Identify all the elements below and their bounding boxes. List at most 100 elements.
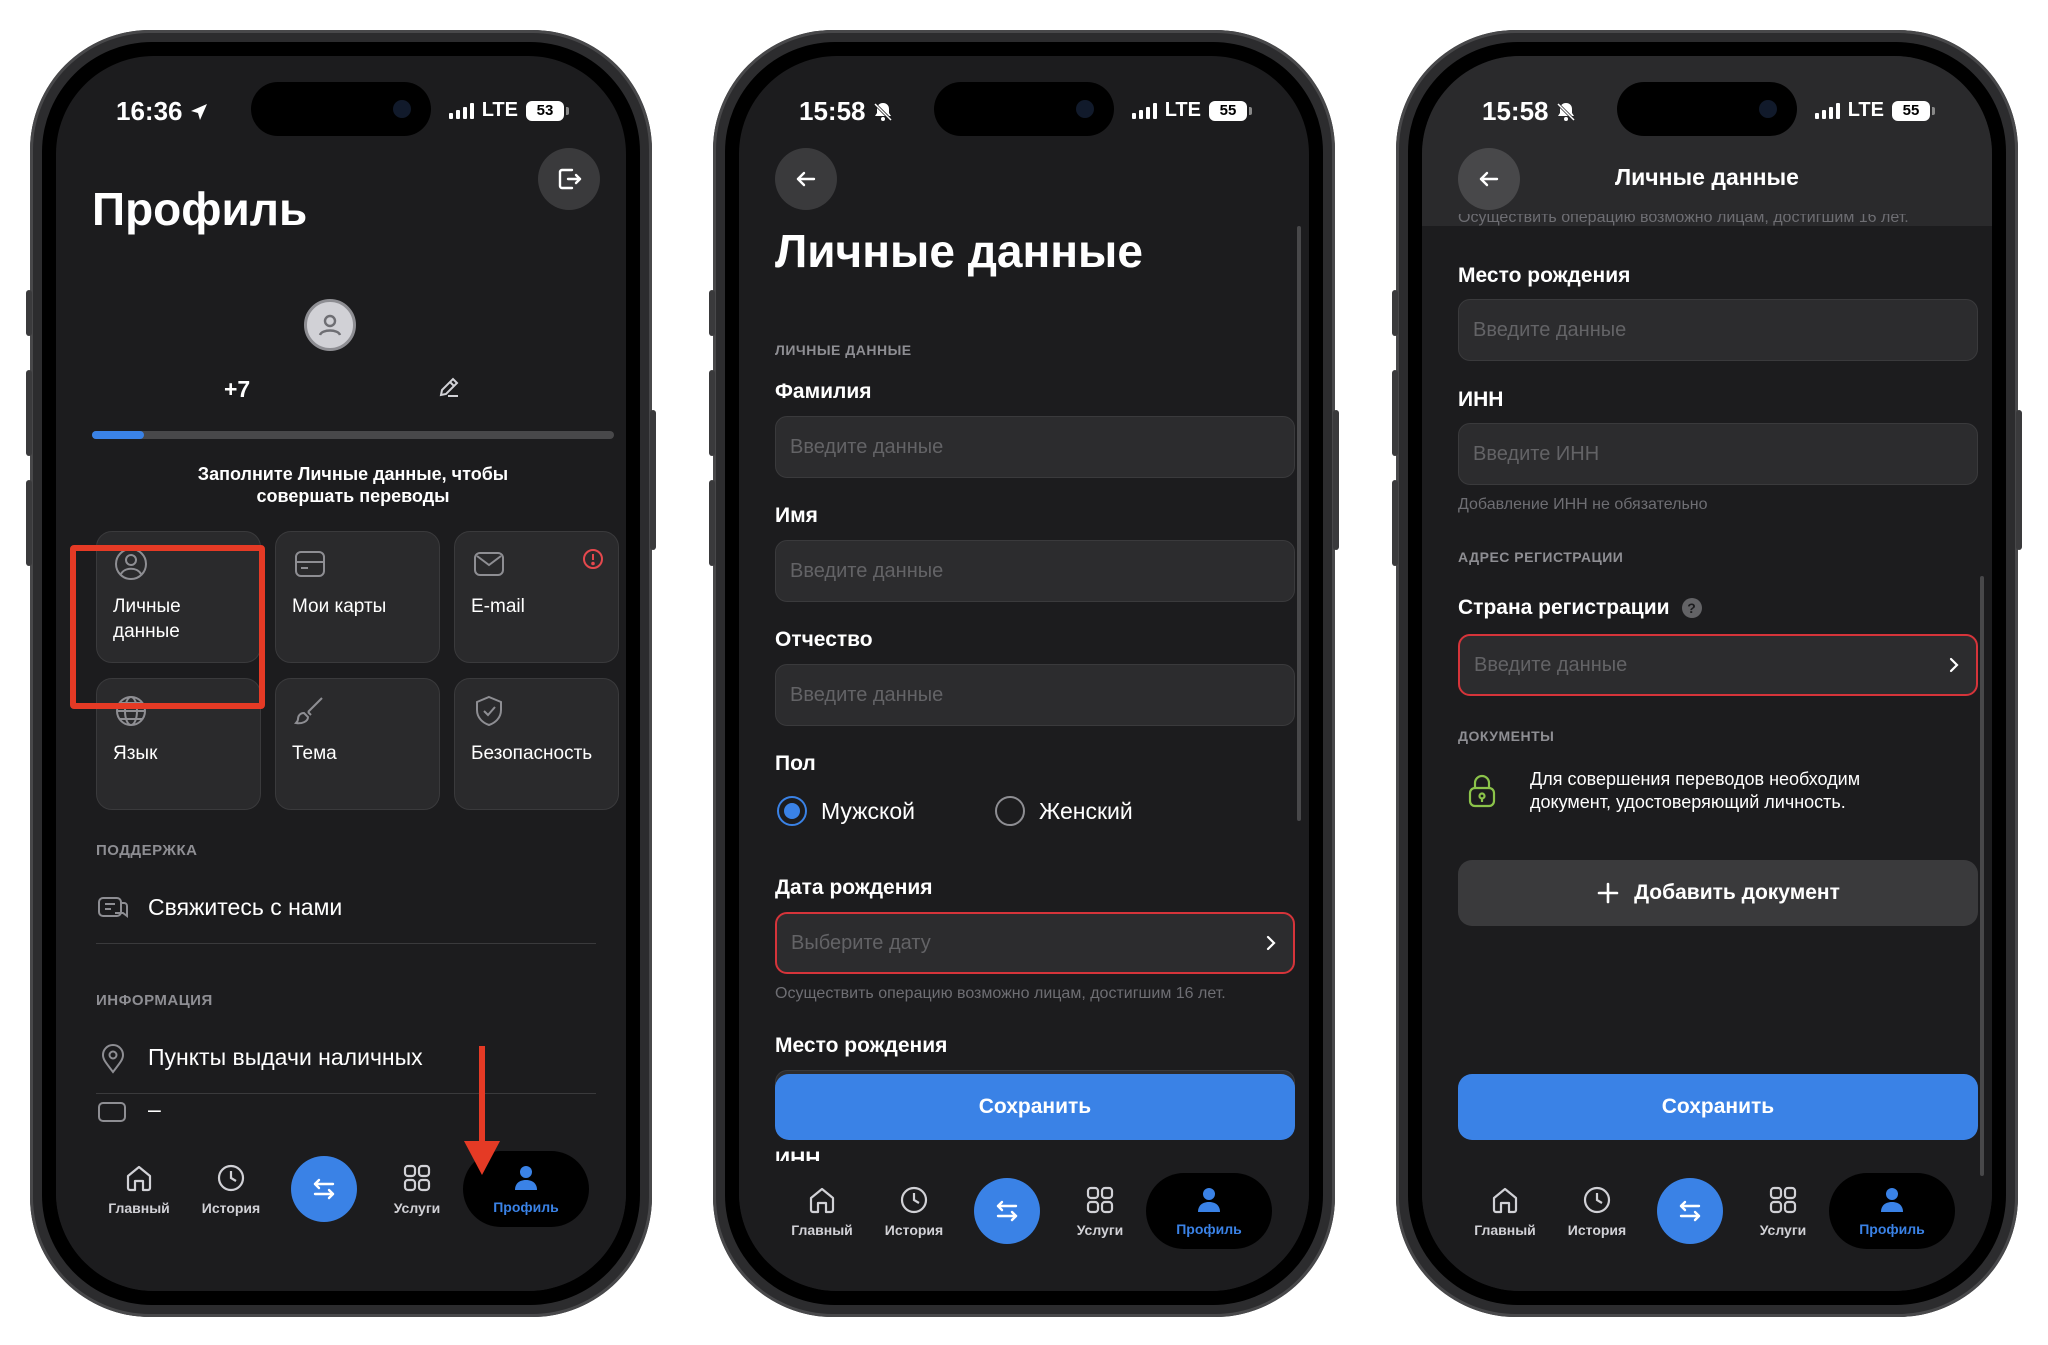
volume-down-button — [26, 480, 32, 566]
tab-history[interactable]: История — [185, 1151, 277, 1227]
phone-frame-personal-data-scrolled: 15:58 LTE 55 Личные данные Осуществить о… — [1392, 30, 2022, 1317]
header-title: Личные данные — [1615, 164, 1799, 190]
location-pin-icon — [101, 1043, 125, 1074]
input-placeholder: Выберите дату — [791, 931, 931, 954]
home-icon — [1492, 1187, 1518, 1214]
edit-phone-button[interactable] — [436, 374, 462, 405]
shield-icon — [476, 695, 502, 727]
fill-prompt: Заполните Личные данные, чтобы совершать… — [92, 463, 614, 507]
birthdate-picker[interactable]: Выберите дату — [775, 912, 1295, 974]
patronymic-input[interactable]: Введите данные — [775, 664, 1295, 726]
status-time: 15:58 — [1482, 96, 1549, 126]
documents-text-line1: Для совершения переводов необходим — [1530, 769, 1861, 789]
gender-female-label: Женский — [1039, 797, 1133, 824]
status-bar: 16:36 LTE 53 — [56, 56, 626, 166]
add-document-label: Добавить документ — [1634, 881, 1840, 904]
inn-hint: Добавление ИНН не обязательно — [1458, 496, 1708, 513]
birthplace-label: Место рождения — [1458, 264, 1631, 287]
tab-services[interactable]: Услуги — [371, 1151, 463, 1227]
person-icon — [1198, 1188, 1220, 1212]
tab-home[interactable]: Главный — [1459, 1173, 1551, 1249]
name-label: Имя — [775, 504, 818, 527]
tab-label: Главный — [791, 1222, 853, 1238]
tab-transfer[interactable] — [1643, 1173, 1737, 1249]
signal-icon — [448, 102, 474, 119]
tile-email[interactable]: E-mail — [454, 531, 619, 663]
cash-points-row[interactable]: Пункты выдачи наличных — [96, 1022, 596, 1094]
radio-dot — [777, 796, 807, 826]
chat-icon — [98, 896, 128, 918]
tab-label: Главный — [1474, 1222, 1536, 1238]
phone-frame-personal-data: 15:58 LTE 55 Личные данные ЛИЧНЫЕ ДАННЫЕ… — [709, 30, 1339, 1317]
tab-history[interactable]: История — [868, 1173, 960, 1249]
person-icon — [1881, 1188, 1903, 1212]
personal-data-screen: 15:58 LTE 55 Личные данные ЛИЧНЫЕ ДАННЫЕ… — [739, 56, 1309, 1291]
location-arrow-icon — [190, 103, 207, 120]
partial-list-row[interactable]: – — [96, 1096, 596, 1136]
bell-muted-icon — [1556, 102, 1575, 121]
country-label: Страна регистрации — [1458, 596, 1670, 619]
tab-transfer[interactable] — [277, 1151, 371, 1227]
tab-home[interactable]: Главный — [776, 1173, 868, 1249]
add-document-button[interactable]: Добавить документ — [1458, 860, 1978, 926]
tab-transfer[interactable] — [960, 1173, 1054, 1249]
dynamic-island — [251, 82, 431, 136]
tab-services[interactable]: Услуги — [1737, 1173, 1829, 1249]
transfer-button[interactable] — [974, 1178, 1040, 1244]
person-icon — [515, 1166, 537, 1190]
age-hint: Осуществить операцию возможно лицам, дос… — [775, 985, 1226, 1002]
volume-down-button — [709, 480, 715, 566]
cut-off-hint: Осуществить операцию возможно лицам, дос… — [1458, 214, 1909, 226]
network-type: LTE — [1164, 99, 1201, 121]
save-button[interactable]: Сохранить — [1458, 1074, 1978, 1140]
gender-female-radio[interactable]: Женский — [995, 796, 1133, 826]
power-button — [1333, 410, 1339, 550]
tab-label: Услуги — [1076, 1222, 1124, 1238]
user-icon — [318, 314, 342, 336]
scrollbar[interactable] — [1297, 226, 1301, 821]
clock-icon — [900, 1186, 928, 1214]
inn-input[interactable]: Введите ИНН — [1458, 423, 1978, 485]
surname-input[interactable]: Введите данные — [775, 416, 1295, 478]
tab-home[interactable]: Главный — [93, 1151, 185, 1227]
tile-theme[interactable]: Тема — [275, 678, 440, 810]
name-input[interactable]: Введите данные — [775, 540, 1295, 602]
tab-bar: Главный История Услуги Профиль — [1422, 1161, 1992, 1291]
save-button[interactable]: Сохранить — [775, 1074, 1295, 1140]
battery-icon: 53 — [526, 100, 569, 121]
gender-male-radio[interactable]: Мужской — [777, 796, 915, 826]
mute-switch — [709, 290, 715, 336]
status-bar: 15:58 LTE 55 — [739, 56, 1309, 166]
contact-us-row[interactable]: Свяжитесь с нами — [96, 872, 596, 944]
tab-history[interactable]: История — [1551, 1173, 1643, 1249]
power-button — [2016, 410, 2022, 550]
help-icon[interactable]: ? — [1681, 598, 1702, 618]
tile-security[interactable]: Безопасность — [454, 678, 619, 810]
volume-up-button — [709, 370, 715, 456]
network-type: LTE — [481, 99, 518, 121]
tab-services[interactable]: Услуги — [1054, 1173, 1146, 1249]
card-icon — [295, 551, 325, 577]
arrow-left-icon — [796, 171, 816, 187]
inn-label: ИНН — [1458, 388, 1504, 411]
input-placeholder: Введите данные — [1474, 653, 1628, 676]
transfer-button[interactable] — [291, 1156, 357, 1222]
mail-icon — [474, 552, 504, 576]
network-type: LTE — [1847, 99, 1884, 121]
tile-my-cards[interactable]: Мои карты — [275, 531, 440, 663]
scrollbar[interactable] — [1980, 576, 1984, 1176]
tab-profile[interactable]: Профиль — [1829, 1173, 1955, 1249]
input-placeholder: Введите ИНН — [1473, 442, 1600, 465]
input-placeholder: Введите данные — [790, 683, 944, 706]
birthplace-input[interactable]: Введите данные — [1458, 299, 1978, 361]
contact-us-label: Свяжитесь с нами — [148, 894, 343, 920]
signal-icon — [1131, 102, 1157, 119]
home-icon — [126, 1165, 152, 1192]
input-placeholder: Введите данные — [790, 435, 944, 458]
country-select[interactable]: Введите данные — [1458, 634, 1978, 696]
avatar[interactable] — [304, 299, 356, 351]
tab-profile[interactable]: Профиль — [1146, 1173, 1272, 1249]
tab-label: Профиль — [1176, 1221, 1242, 1237]
transfer-button[interactable] — [1657, 1178, 1723, 1244]
patronymic-label: Отчество — [775, 628, 873, 651]
